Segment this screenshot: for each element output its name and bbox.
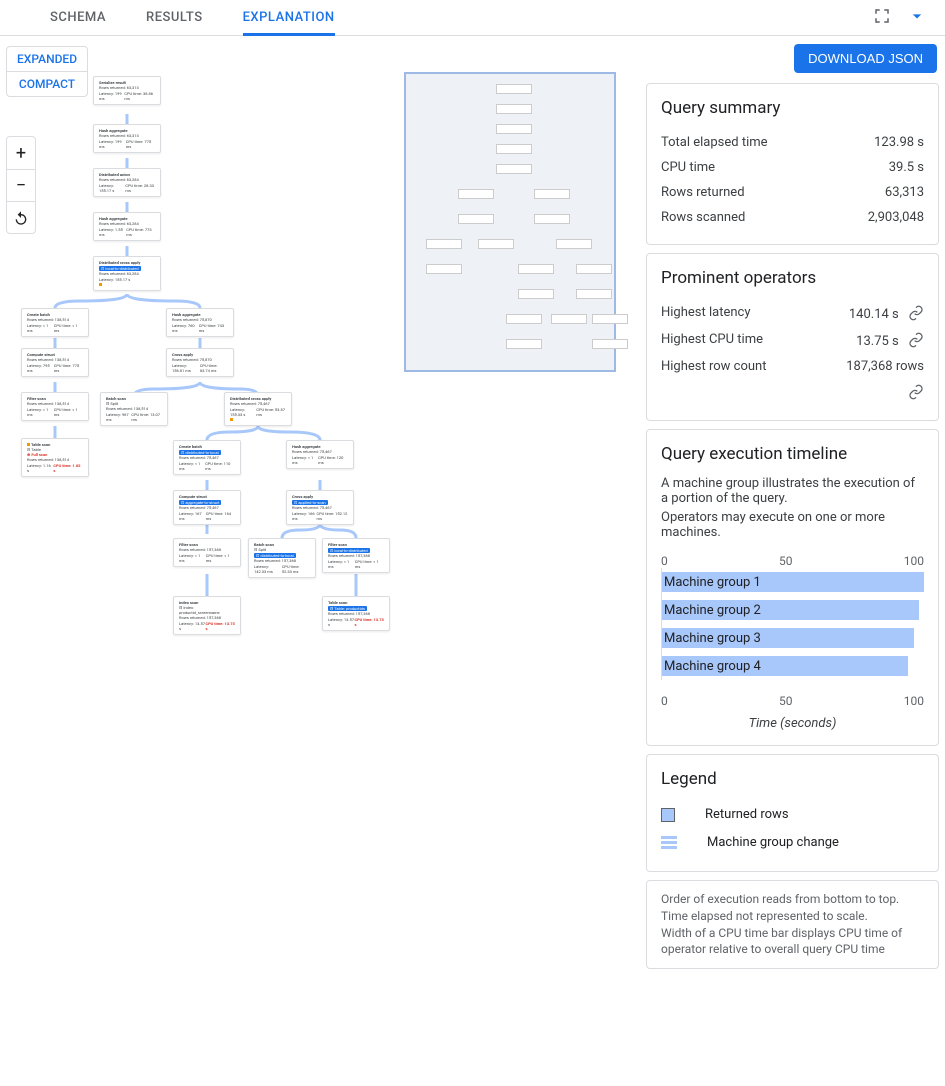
plan-node[interactable]: Compute struct ⊡ aggregate-to-struct Row… [173, 490, 241, 525]
plan-node[interactable]: Cross apply ⊡ applied-to-scan Rows retur… [286, 490, 354, 525]
plan-node[interactable]: Distributed cross apply Rows returned: 7… [224, 392, 292, 426]
plan-node[interactable]: Table scan ⊟ Table ⊕ Full scan Rows retu… [21, 438, 89, 477]
download-json-button[interactable]: DOWNLOAD JSON [794, 44, 937, 73]
timeline-desc: Operators may execute on one or more mac… [661, 510, 924, 540]
notes-card: Order of execution reads from bottom to … [646, 880, 939, 969]
link-icon[interactable] [908, 384, 924, 400]
chevron-down-icon[interactable] [907, 6, 927, 30]
legend-title: Legend [661, 769, 924, 789]
plan-node[interactable]: Batch scan ⊟ Split ⊡ distributed-to-loca… [248, 538, 316, 578]
zoom-in-button[interactable]: + [7, 137, 35, 169]
plan-node[interactable]: Hash aggregate Rows returned: 63,284 Lat… [93, 212, 161, 241]
plan-node[interactable]: Hash aggregate Rows returned: 63,313 Lat… [93, 124, 161, 153]
sidebar-right: DOWNLOAD JSON Query summary Total elapse… [640, 36, 945, 1086]
query-plan-canvas-area: EXPANDED COMPACT + − [0, 36, 640, 1086]
plan-node[interactable]: Hash aggregate Rows returned: 75,467 Lat… [286, 440, 354, 469]
timeline-desc: A machine group illustrates the executio… [661, 476, 924, 506]
view-expanded-button[interactable]: EXPANDED [7, 47, 87, 71]
legend-row: Machine group change [661, 828, 924, 857]
plan-node[interactable]: Filter scan ⊡ local-to-distributed Rows … [322, 538, 390, 573]
timeline-card: Query execution timeline A machine group… [646, 429, 939, 746]
query-summary-title: Query summary [661, 98, 924, 118]
link-icon[interactable] [908, 305, 924, 321]
timeline-title: Query execution timeline [661, 444, 924, 464]
timeline-xlabel: Time (seconds) [661, 708, 924, 731]
timeline-bars: Machine group 1 Machine group 2 Machine … [661, 568, 924, 680]
legend-row: Returned rows [661, 801, 924, 828]
tab-results[interactable]: RESULTS [146, 0, 203, 36]
timeline-bar-1[interactable]: Machine group 1 [662, 575, 761, 590]
fullscreen-icon[interactable] [873, 7, 891, 29]
prominent-operators-title: Prominent operators [661, 268, 924, 288]
legend-swatch-lines [661, 834, 677, 851]
plan-node[interactable]: Compute struct Rows returned: 138,514 La… [21, 348, 89, 377]
prominent-operators-card: Prominent operators Highest latency 140.… [646, 253, 939, 421]
plan-node[interactable]: Filter scan Rows returned: 138,514 Laten… [21, 392, 89, 421]
tab-bar: SCHEMA RESULTS EXPLANATION [0, 0, 945, 36]
view-mode-toggle: EXPANDED COMPACT [6, 46, 88, 97]
plan-node[interactable]: Hash aggregate Rows returned: 75,870 Lat… [166, 308, 234, 337]
link-icon[interactable] [908, 332, 924, 348]
minimap[interactable] [404, 72, 616, 372]
legend-card: Legend Returned rows Machine group chang… [646, 754, 939, 872]
timeline-bar-3[interactable]: Machine group 3 [662, 631, 761, 646]
tab-explanation[interactable]: EXPLANATION [243, 0, 335, 36]
plan-node[interactable]: Create batch Rows returned: 138,514 Late… [21, 308, 89, 337]
timeline-axis-bottom: 050100 [661, 694, 924, 708]
view-compact-button[interactable]: COMPACT [7, 71, 87, 96]
query-summary-card: Query summary Total elapsed time123.98 s… [646, 83, 939, 245]
plan-node[interactable]: Create batch ⊡ distributed-to-local Rows… [173, 440, 241, 475]
zoom-controls: + − [6, 136, 36, 234]
plan-node[interactable]: Index scan ⊟ Index: productid_screenname… [173, 596, 241, 635]
legend-swatch-block [661, 808, 675, 822]
plan-node[interactable]: Table scan ⊟ Table: productids Rows retu… [322, 596, 390, 631]
plan-node[interactable]: Distributed union Rows returned: 63,284 … [93, 168, 161, 197]
plan-node[interactable]: Serialize result Rows returned: 63,313 L… [93, 76, 161, 105]
plan-node[interactable]: Distributed cross apply ⊡ local-to-distr… [93, 256, 161, 291]
plan-node[interactable]: Cross apply Rows returned: 75,870 Latenc… [166, 348, 234, 377]
zoom-out-button[interactable]: − [7, 169, 35, 201]
plan-node[interactable]: Batch scan ⊟ Split Rows returned: 138,51… [100, 392, 168, 426]
plan-node[interactable]: Filter scan Rows returned: 157,368 Laten… [173, 538, 241, 567]
timeline-bar-4[interactable]: Machine group 4 [662, 659, 761, 674]
timeline-bar-2[interactable]: Machine group 2 [662, 603, 761, 618]
tab-schema[interactable]: SCHEMA [50, 0, 106, 36]
zoom-reset-button[interactable] [7, 201, 35, 233]
timeline-axis-top: 050100 [661, 554, 924, 568]
